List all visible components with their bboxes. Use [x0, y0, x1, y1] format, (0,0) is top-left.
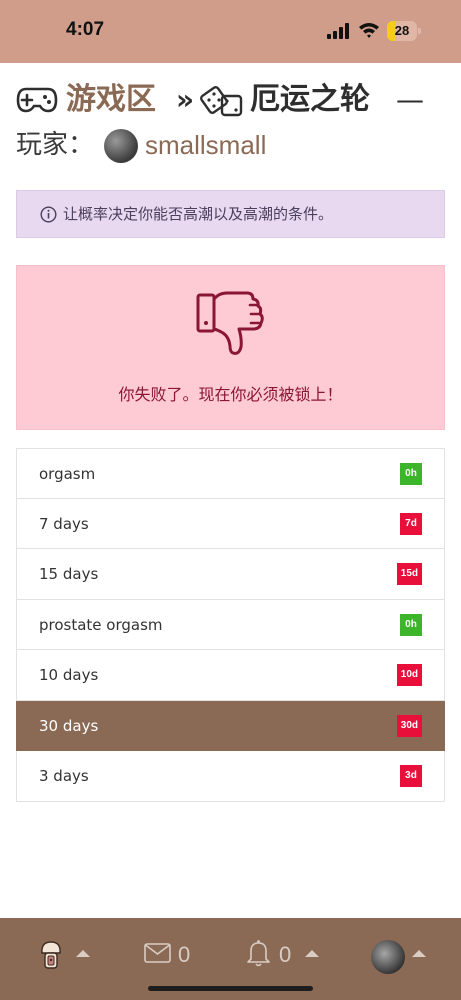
status-time: 4:07 [66, 19, 105, 40]
info-alert: 让概率决定你能否高潮以及高潮的条件。 [16, 190, 445, 238]
duration-badge: 15d [396, 563, 422, 585]
battery-icon: 28 [387, 21, 421, 41]
thumbs-down-icon [196, 291, 264, 355]
wifi-icon [359, 23, 379, 38]
duration-badge: 7d [400, 512, 422, 535]
breadcrumb-separator: » [176, 83, 195, 116]
breadcrumb-games-link[interactable]: 游戏区 [66, 80, 156, 120]
battery-percent: 28 [394, 23, 410, 38]
outcome-row: prostate orgasm 0h [16, 599, 445, 650]
chevron-up-icon[interactable] [412, 950, 426, 957]
player-name-link[interactable]: smallsmall [145, 126, 266, 164]
outcome-label: 15 days [39, 565, 99, 583]
chevron-up-icon[interactable] [76, 950, 90, 957]
notification-count[interactable]: 0 [279, 941, 291, 969]
duration-badge: 30d [396, 714, 422, 737]
outcome-row: orgasm 0h [16, 448, 445, 499]
duration-badge: 3d [400, 765, 422, 787]
title-dash: — [396, 83, 424, 116]
duration-badge: 0h [400, 463, 422, 485]
outcome-label: prostate orgasm [39, 615, 163, 634]
info-circle-icon [40, 206, 57, 223]
outcome-row: 7 days 7d [16, 498, 445, 549]
status-bar: 4:07 28 [0, 0, 461, 63]
result-message: 你失败了。现在你必须被锁上！ [118, 385, 343, 404]
outcome-list: orgasm 0h 7 days 7d 15 days 15d prostate orgas… [16, 448, 445, 802]
outcome-label: 30 days [39, 716, 99, 735]
outcome-label: 7 days [39, 514, 89, 533]
gamepad-icon [16, 87, 58, 113]
user-avatar[interactable] [371, 940, 405, 974]
outcome-row: 30 days 30d [16, 700, 445, 751]
bottom-nav: 0 0 [0, 918, 461, 1000]
cellular-signal-icon [327, 23, 349, 39]
home-indicator [148, 986, 313, 991]
outcome-label: 3 days [39, 767, 89, 785]
outcome-row: 15 days 15d [16, 549, 445, 600]
duration-badge: 0h [400, 613, 422, 636]
info-text: 让概率决定你能否高潮以及高潮的条件。 [63, 205, 334, 223]
outcome-label: orgasm [39, 465, 96, 483]
breadcrumb: 游戏区 » 厄运之轮 — [16, 80, 456, 120]
mail-icon[interactable] [144, 943, 171, 963]
mushroom-icon[interactable] [38, 940, 64, 970]
outcome-row: 10 days 10d [16, 650, 445, 701]
duration-badge: 10d [396, 664, 422, 686]
dice-icon [200, 86, 243, 117]
result-card: 你失败了。现在你必须被锁上！ [16, 265, 445, 430]
chevron-up-icon[interactable] [305, 950, 319, 957]
player-label: 玩家： [16, 130, 95, 160]
page-title: 厄运之轮 [250, 82, 370, 117]
outcome-label: 10 days [39, 666, 99, 684]
bell-icon[interactable] [246, 939, 271, 967]
player-avatar[interactable] [104, 129, 138, 163]
mail-count[interactable]: 0 [178, 941, 190, 969]
outcome-row: 3 days 3d [16, 751, 445, 802]
